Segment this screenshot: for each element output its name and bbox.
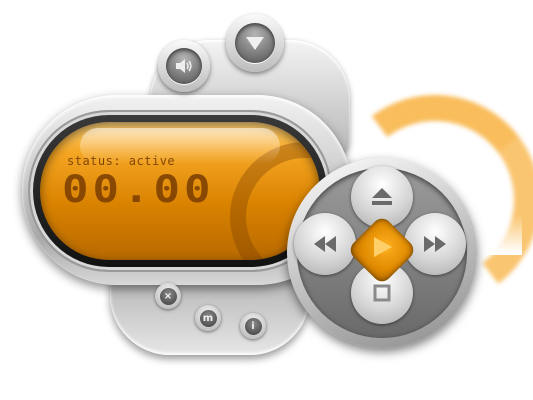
rewind-icon [314, 236, 336, 252]
status-text: status: active [67, 154, 176, 168]
fast-forward-button[interactable] [404, 213, 466, 275]
volume-button[interactable] [158, 40, 210, 92]
menu-button[interactable] [226, 14, 284, 72]
minimize-icon: m [199, 309, 217, 327]
eject-icon [372, 188, 392, 205]
info-button[interactable]: i [240, 313, 266, 339]
media-player-widget: status: active 00.00 × m i [0, 0, 533, 400]
triangle-down-icon [235, 23, 275, 63]
display-screen: status: active 00.00 [40, 122, 320, 260]
close-button[interactable]: × [155, 283, 181, 309]
minimize-button[interactable]: m [195, 305, 221, 331]
close-icon: × [159, 287, 177, 305]
speaker-icon [166, 48, 202, 84]
glow-arc-fade [470, 215, 522, 255]
play-icon [372, 235, 402, 265]
time-display: 00.00 [62, 168, 215, 212]
rewind-button[interactable] [294, 213, 356, 275]
info-icon: i [244, 317, 262, 335]
fast-forward-icon [424, 236, 446, 252]
stop-icon [373, 284, 391, 302]
